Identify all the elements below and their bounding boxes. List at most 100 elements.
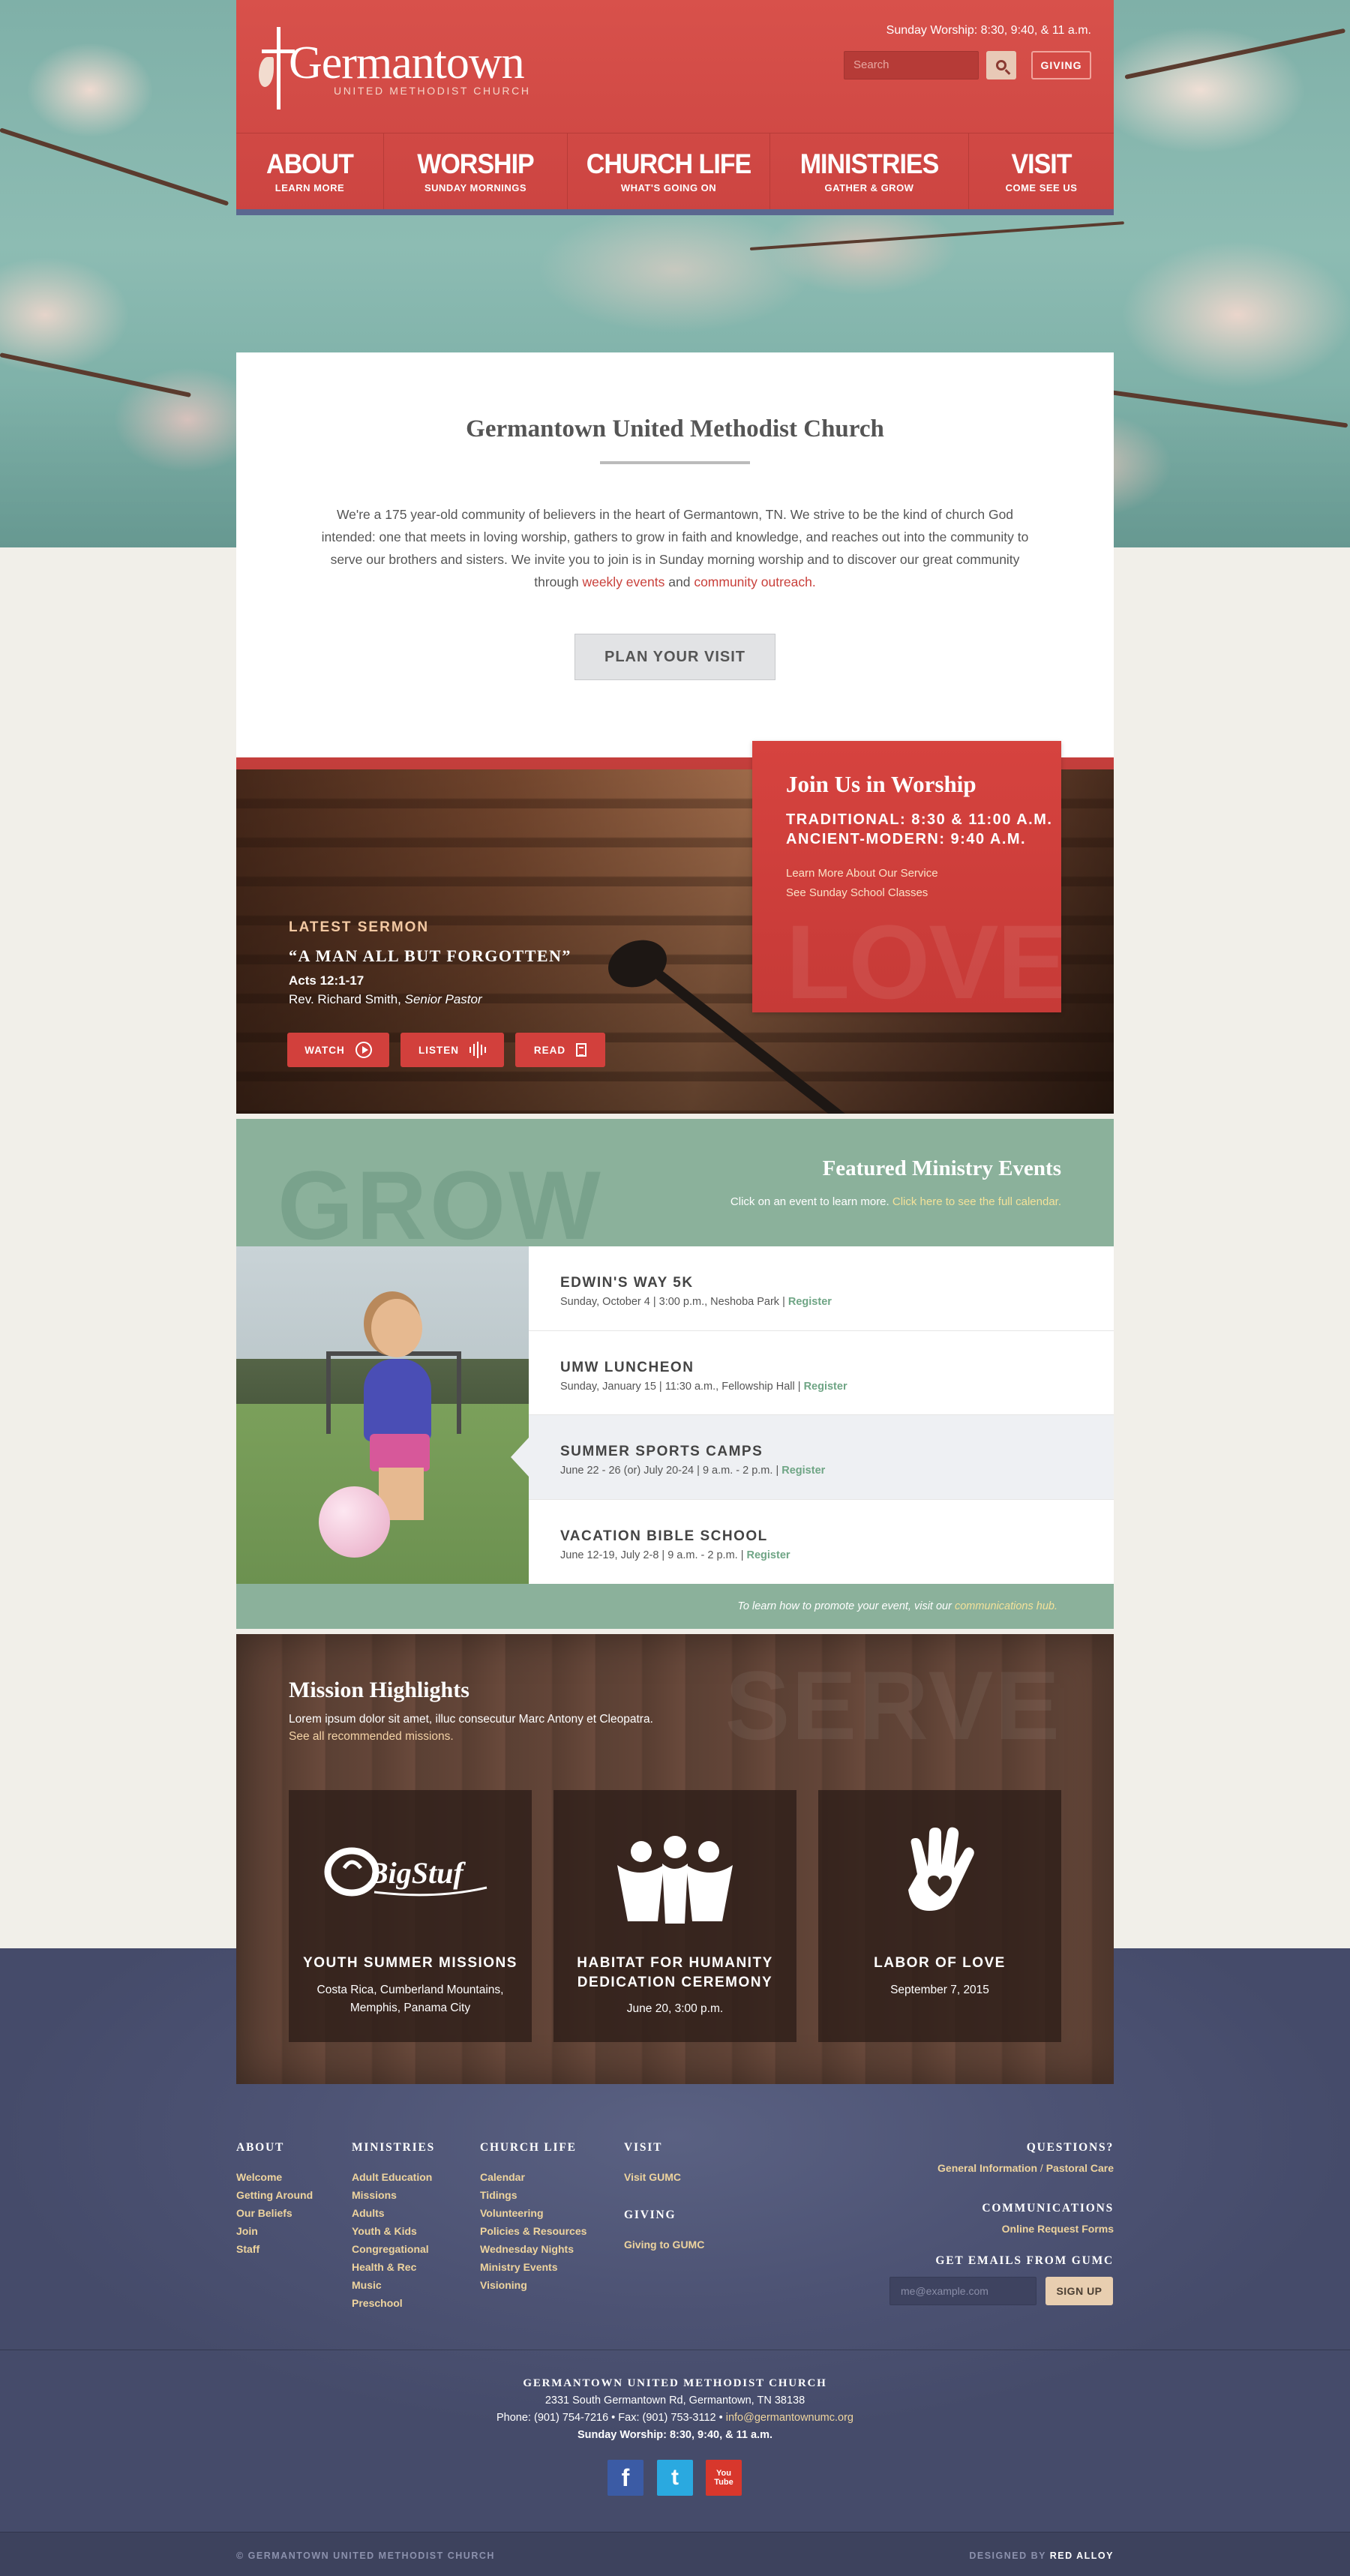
footer-link-adults[interactable]: Adults [352, 2204, 435, 2222]
events-footer-note: To learn how to promote your event, visi… [236, 1584, 1114, 1629]
hand-heart-icon [908, 1827, 974, 1911]
read-button[interactable]: READ [515, 1033, 605, 1067]
recommended-missions-link[interactable]: See all recommended missions. [289, 1730, 454, 1744]
mission-title-line: HABITAT FOR HUMANITY [577, 1955, 773, 1971]
nav-subtitle: COME SEE US [1005, 182, 1078, 193]
pastor-role: Senior Pastor [404, 992, 482, 1006]
footer-church-life-column: CHURCH LIFE Calendar Tidings Volunteerin… [480, 2141, 586, 2294]
events-subtitle: Click on an event to learn more. Click h… [730, 1195, 1061, 1208]
register-link[interactable]: Register [804, 1381, 848, 1393]
intro-text: We're a 175 year-old community of believ… [315, 503, 1035, 593]
worship-times: Sunday Worship: 8:30, 9:40, & 11 a.m. [886, 24, 1091, 37]
footer-link-calendar[interactable]: Calendar [480, 2168, 586, 2186]
event-details: Sunday, January 15 | 11:30 a.m., Fellows… [560, 1380, 804, 1393]
general-information-link[interactable]: General Information [938, 2162, 1037, 2174]
footer-link-visioning[interactable]: Visioning [480, 2276, 586, 2294]
nav-about[interactable]: ABOUT LEARN MORE [236, 133, 384, 210]
event-item[interactable]: UMW LUNCHEON Sunday, January 15 | 11:30 … [529, 1331, 1114, 1415]
footer-link-join[interactable]: Join [236, 2222, 313, 2240]
event-item[interactable]: EDWIN'S WAY 5K Sunday, October 4 | 3:00 … [529, 1246, 1114, 1331]
nav-worship[interactable]: WORSHIP SUNDAY MORNINGS [384, 133, 568, 210]
facebook-icon[interactable]: f [608, 2460, 644, 2496]
mission-title: HABITAT FOR HUMANITY DEDICATION CEREMONY [554, 1954, 796, 1993]
footer-link-health-rec[interactable]: Health & Rec [352, 2258, 435, 2276]
footer-link-adult-education[interactable]: Adult Education [352, 2168, 435, 2186]
mission-card-labor-of-love[interactable]: LABOR OF LOVE September 7, 2015 [818, 1790, 1061, 2042]
grow-watermark: GROW [278, 1150, 604, 1246]
nav-title: ABOUT [266, 148, 354, 180]
giving-button[interactable]: GIVING [1031, 51, 1091, 79]
nav-ministries[interactable]: MINISTRIES GATHER & GROW [770, 133, 969, 210]
pastor-name: Rev. Richard Smith, [289, 992, 405, 1006]
audio-wave-icon [470, 1042, 486, 1058]
svg-text:BigStuf: BigStuf [368, 1856, 466, 1890]
event-meta: Sunday, January 15 | 11:30 a.m., Fellows… [560, 1381, 1114, 1393]
footer-heading: GIVING [624, 2209, 676, 2221]
listen-button[interactable]: LISTEN [400, 1033, 504, 1067]
separator: / [1037, 2162, 1046, 2174]
footer-heading: MINISTRIES [352, 2141, 436, 2154]
footer-link-preschool[interactable]: Preschool [352, 2294, 435, 2312]
pastoral-care-link[interactable]: Pastoral Care [1046, 2162, 1114, 2174]
sermon-scripture: Acts 12:1-17 [289, 973, 364, 988]
footer-link-youth-kids[interactable]: Youth & Kids [352, 2222, 435, 2240]
read-label: READ [533, 1044, 566, 1056]
mission-card-youth[interactable]: BigStuf YOUTH SUMMER MISSIONS Costa Rica… [289, 1790, 532, 2042]
mission-subtitle: Memphis, Panama City [350, 2002, 471, 2014]
service-times: TRADITIONAL: 8:30 & 11:00 A.M. ANCIENT-M… [786, 810, 1052, 849]
mission-card-habitat[interactable]: HABITAT FOR HUMANITY DEDICATION CEREMONY… [554, 1790, 796, 2042]
events-list: EDWIN'S WAY 5K Sunday, October 4 | 3:00 … [511, 1246, 1114, 1585]
event-item-active[interactable]: SUMMER SPORTS CAMPS June 22 - 26 (or) Ju… [511, 1415, 1114, 1500]
register-link[interactable]: Register [788, 1296, 832, 1308]
designer-link[interactable]: RED ALLOY [1050, 2551, 1114, 2561]
learn-more-service-link[interactable]: Learn More About Our Service [786, 867, 938, 880]
event-item[interactable]: VACATION BIBLE SCHOOL June 12-19, July 2… [529, 1500, 1114, 1585]
search-button[interactable] [986, 51, 1016, 79]
full-calendar-link[interactable]: Click here to see the full calendar. [892, 1195, 1061, 1208]
footer-link-wednesday-nights[interactable]: Wednesday Nights [480, 2240, 586, 2258]
footer-link-music[interactable]: Music [352, 2276, 435, 2294]
nav-subtitle: SUNDAY MORNINGS [424, 182, 527, 193]
community-outreach-link[interactable]: community outreach. [694, 574, 815, 589]
footer-link-missions[interactable]: Missions [352, 2186, 435, 2204]
email-signup-input[interactable]: me@example.com [890, 2277, 1036, 2305]
plan-your-visit-button[interactable]: PLAN YOUR VISIT [574, 634, 776, 680]
watch-button[interactable]: WATCH [287, 1033, 389, 1067]
search-icon [996, 60, 1006, 70]
register-link[interactable]: Register [782, 1465, 825, 1477]
footer-link-welcome[interactable]: Welcome [236, 2168, 313, 2186]
site-header: Germantown UNITED METHODIST CHURCH Sunda… [236, 0, 1114, 215]
footer-email-link[interactable]: info@germantownumc.org [726, 2412, 854, 2424]
footer-link-visit-gumc[interactable]: Visit GUMC [624, 2168, 704, 2186]
nav-title: VISIT [1011, 148, 1072, 180]
footer-link-congregational[interactable]: Congregational [352, 2240, 435, 2258]
footer-link-policies[interactable]: Policies & Resources [480, 2222, 586, 2240]
footer-heading: COMMUNICATIONS [982, 2202, 1114, 2215]
footer-link-volunteering[interactable]: Volunteering [480, 2204, 586, 2222]
register-link[interactable]: Register [747, 1549, 790, 1561]
search-input[interactable]: Search [844, 51, 979, 79]
sunday-school-link[interactable]: See Sunday School Classes [786, 886, 928, 899]
footer-link-getting-around[interactable]: Getting Around [236, 2186, 313, 2204]
footer-link-tidings[interactable]: Tidings [480, 2186, 586, 2204]
twitter-icon[interactable]: t [657, 2460, 693, 2496]
footer-link-staff[interactable]: Staff [236, 2240, 313, 2258]
nav-visit[interactable]: VISIT COME SEE US [969, 133, 1114, 210]
mission-subtitle: June 20, 3:00 p.m. [626, 2002, 724, 2015]
soccer-ball-icon [319, 1486, 390, 1558]
footer-link-giving[interactable]: Giving to GUMC [624, 2236, 704, 2254]
footer-link-ministry-events[interactable]: Ministry Events [480, 2258, 586, 2276]
nav-title: WORSHIP [417, 148, 534, 180]
mission-title: LABOR OF LOVE [874, 1955, 1006, 1971]
youtube-icon[interactable]: You Tube [706, 2460, 742, 2496]
footer-about-column: ABOUT Welcome Getting Around Our Beliefs… [236, 2141, 313, 2258]
event-title: VACATION BIBLE SCHOOL [560, 1528, 768, 1544]
sermon-title[interactable]: “A MAN ALL BUT FORGOTTEN” [289, 946, 572, 966]
nav-church-life[interactable]: CHURCH LIFE WHAT'S GOING ON [568, 133, 770, 210]
church-logo[interactable]: Germantown UNITED METHODIST CHURCH [259, 27, 531, 109]
online-request-forms-link[interactable]: Online Request Forms [982, 2220, 1114, 2238]
sign-up-button[interactable]: SIGN UP [1046, 2277, 1113, 2305]
footer-link-our-beliefs[interactable]: Our Beliefs [236, 2204, 313, 2222]
communications-hub-link[interactable]: communications hub. [955, 1600, 1058, 1612]
weekly-events-link[interactable]: weekly events [582, 574, 664, 589]
